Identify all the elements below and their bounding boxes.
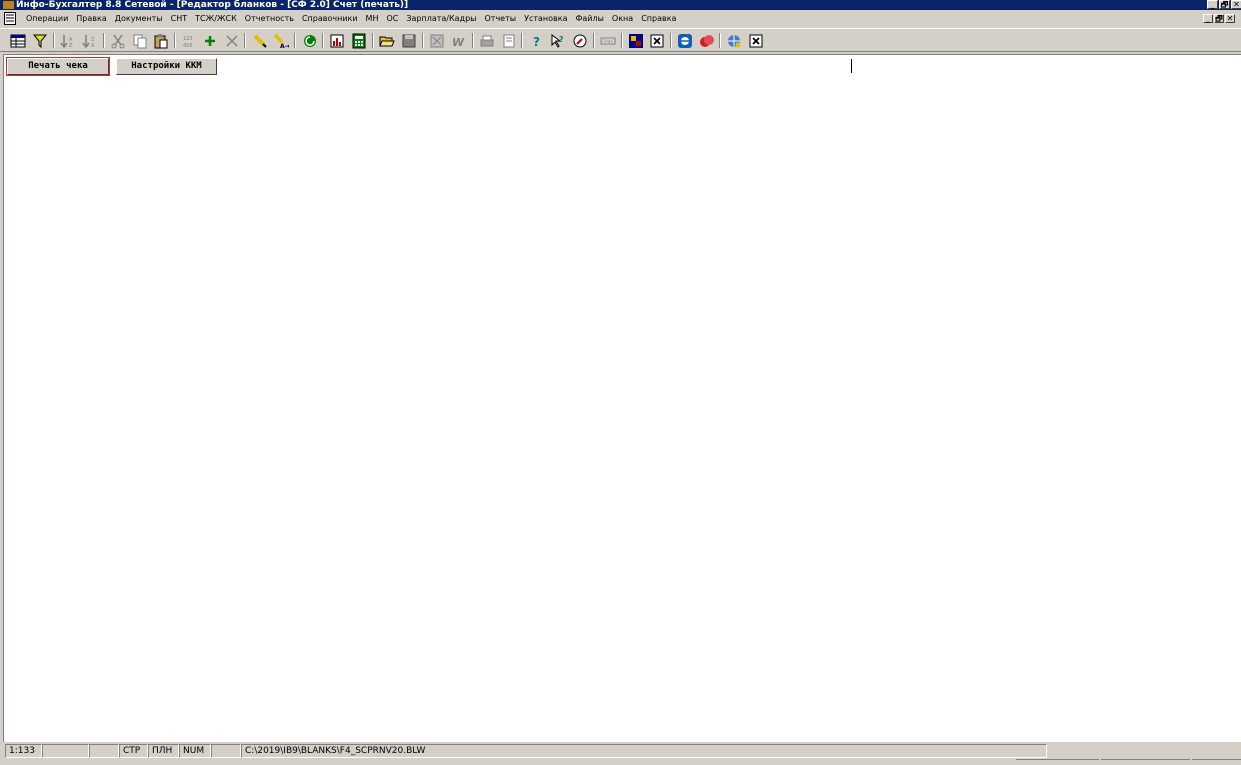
form-icon[interactable] — [428, 32, 446, 49]
close-button[interactable]: ✕ — [1231, 0, 1241, 9]
tag-icon[interactable]: ПРИНТ — [599, 32, 617, 49]
cut-icon[interactable] — [109, 32, 127, 49]
svg-text:?: ? — [559, 35, 564, 44]
close-icon[interactable] — [747, 32, 765, 49]
mdi-minimize-button[interactable]: _ — [1203, 14, 1213, 23]
open-folder-icon[interactable] — [378, 32, 396, 49]
minimize-button[interactable]: _ — [1207, 0, 1218, 9]
status-caps: СТР — [119, 744, 148, 758]
status-panel-9 — [1047, 744, 1237, 758]
preview-icon[interactable] — [500, 32, 518, 49]
menu-item[interactable]: Окна — [608, 11, 637, 27]
web-icon[interactable] — [725, 32, 743, 49]
text-cursor — [851, 59, 852, 73]
context-help-icon[interactable]: ? — [549, 32, 567, 49]
add-icon[interactable] — [201, 32, 219, 49]
menu-item[interactable]: Правка — [72, 11, 110, 27]
status-num: NUM — [179, 744, 211, 758]
menu-item[interactable]: Зарплата/Кадры — [402, 11, 480, 27]
number-icon[interactable]: 123 456 — [180, 32, 198, 49]
menu-item[interactable]: СНТ — [167, 11, 192, 27]
svg-text:456: 456 — [183, 43, 193, 49]
replace-icon[interactable]: A→B — [272, 32, 290, 49]
teamviewer-icon[interactable] — [676, 32, 694, 49]
sort-asc-icon[interactable]: AZ — [59, 32, 77, 49]
help-icon[interactable]: ? — [528, 32, 546, 49]
menu-item[interactable]: Установка — [520, 11, 571, 27]
menu-item[interactable]: Отчеты — [480, 11, 520, 27]
document-area[interactable]: Печать чека Настройки ККМ — [3, 54, 1241, 742]
calculator-icon[interactable] — [350, 32, 368, 49]
delete-icon[interactable] — [223, 32, 241, 49]
paste-icon[interactable] — [152, 32, 170, 49]
menu-item[interactable]: Справка — [637, 11, 680, 27]
menu-item[interactable]: Отчетность — [241, 11, 298, 27]
status-bar: 1:133 СТР ПЛН NUM C:\2019\IB9\BLANKS\F4_… — [0, 743, 1241, 765]
refresh-icon[interactable] — [301, 32, 319, 49]
svg-text:W: W — [452, 36, 465, 49]
save-icon[interactable] — [400, 32, 418, 49]
svg-text:ПРИНТ: ПРИНТ — [602, 39, 616, 44]
filter-icon[interactable] — [31, 32, 49, 49]
print-icon[interactable] — [478, 32, 496, 49]
menu-item[interactable]: ОС — [382, 11, 402, 27]
menu-bar: Операции Правка Документы СНТ ТСЖ/ЖСК Отчетно… — [0, 11, 1241, 27]
status-mode: ПЛН — [148, 744, 179, 758]
svg-text:123: 123 — [183, 36, 193, 42]
app-icon — [3, 1, 14, 9]
print-receipt-button[interactable]: Печать чека — [6, 57, 110, 76]
mdi-close-button[interactable]: ✕ — [1225, 14, 1235, 23]
svg-text:?: ? — [533, 35, 540, 49]
compass-icon[interactable] — [571, 32, 589, 49]
status-panel-7 — [211, 744, 241, 758]
mdi-restore-button[interactable]: 🗗 — [1214, 14, 1224, 23]
word-icon[interactable]: W — [450, 32, 468, 49]
menu-item[interactable]: Файлы — [572, 11, 608, 27]
pencil-icon[interactable] — [251, 32, 269, 49]
window-title: Инфо-Бухгалтер 8.8 Сетевой - [Редактор б… — [16, 0, 409, 10]
menu-item[interactable]: Операции — [22, 11, 72, 27]
table-icon[interactable] — [9, 32, 27, 49]
status-file-path: C:\2019\IB9\BLANKS\F4_SCPRNV20.BLW — [241, 744, 1047, 758]
close-doc-icon[interactable] — [648, 32, 666, 49]
status-panel-2 — [42, 744, 89, 758]
kkm-settings-button[interactable]: Настройки ККМ — [116, 58, 217, 75]
menu-items: Операции Правка Документы СНТ ТСЖ/ЖСК Отчетно… — [22, 11, 680, 27]
sort-desc-icon[interactable]: ZA — [81, 32, 99, 49]
toolbar: AZ ZA 123456 A→B W ? ? ПРИНТ — [0, 28, 1241, 52]
document-window-icon[interactable] — [4, 12, 16, 25]
support-icon[interactable] — [698, 32, 716, 49]
svg-text:Z: Z — [69, 43, 73, 49]
menu-item[interactable]: ТСЖ/ЖСК — [191, 11, 241, 27]
matrix-icon[interactable] — [627, 32, 645, 49]
menu-item[interactable]: Справочники — [298, 11, 362, 27]
svg-text:A→B: A→B — [280, 43, 289, 49]
menu-item[interactable]: Документы — [111, 11, 167, 27]
status-position: 1:133 — [5, 744, 42, 758]
mdi-window-buttons: _ 🗗 ✕ — [1203, 14, 1235, 23]
title-bar: Инфо-Бухгалтер 8.8 Сетевой - [Редактор б… — [0, 0, 1241, 10]
svg-text:A: A — [91, 43, 95, 49]
maximize-button[interactable]: 🗗 — [1219, 0, 1230, 9]
menu-item[interactable]: МН — [362, 11, 383, 27]
status-panel-3 — [89, 744, 119, 758]
copy-icon[interactable] — [131, 32, 149, 49]
chart-icon[interactable] — [328, 32, 346, 49]
